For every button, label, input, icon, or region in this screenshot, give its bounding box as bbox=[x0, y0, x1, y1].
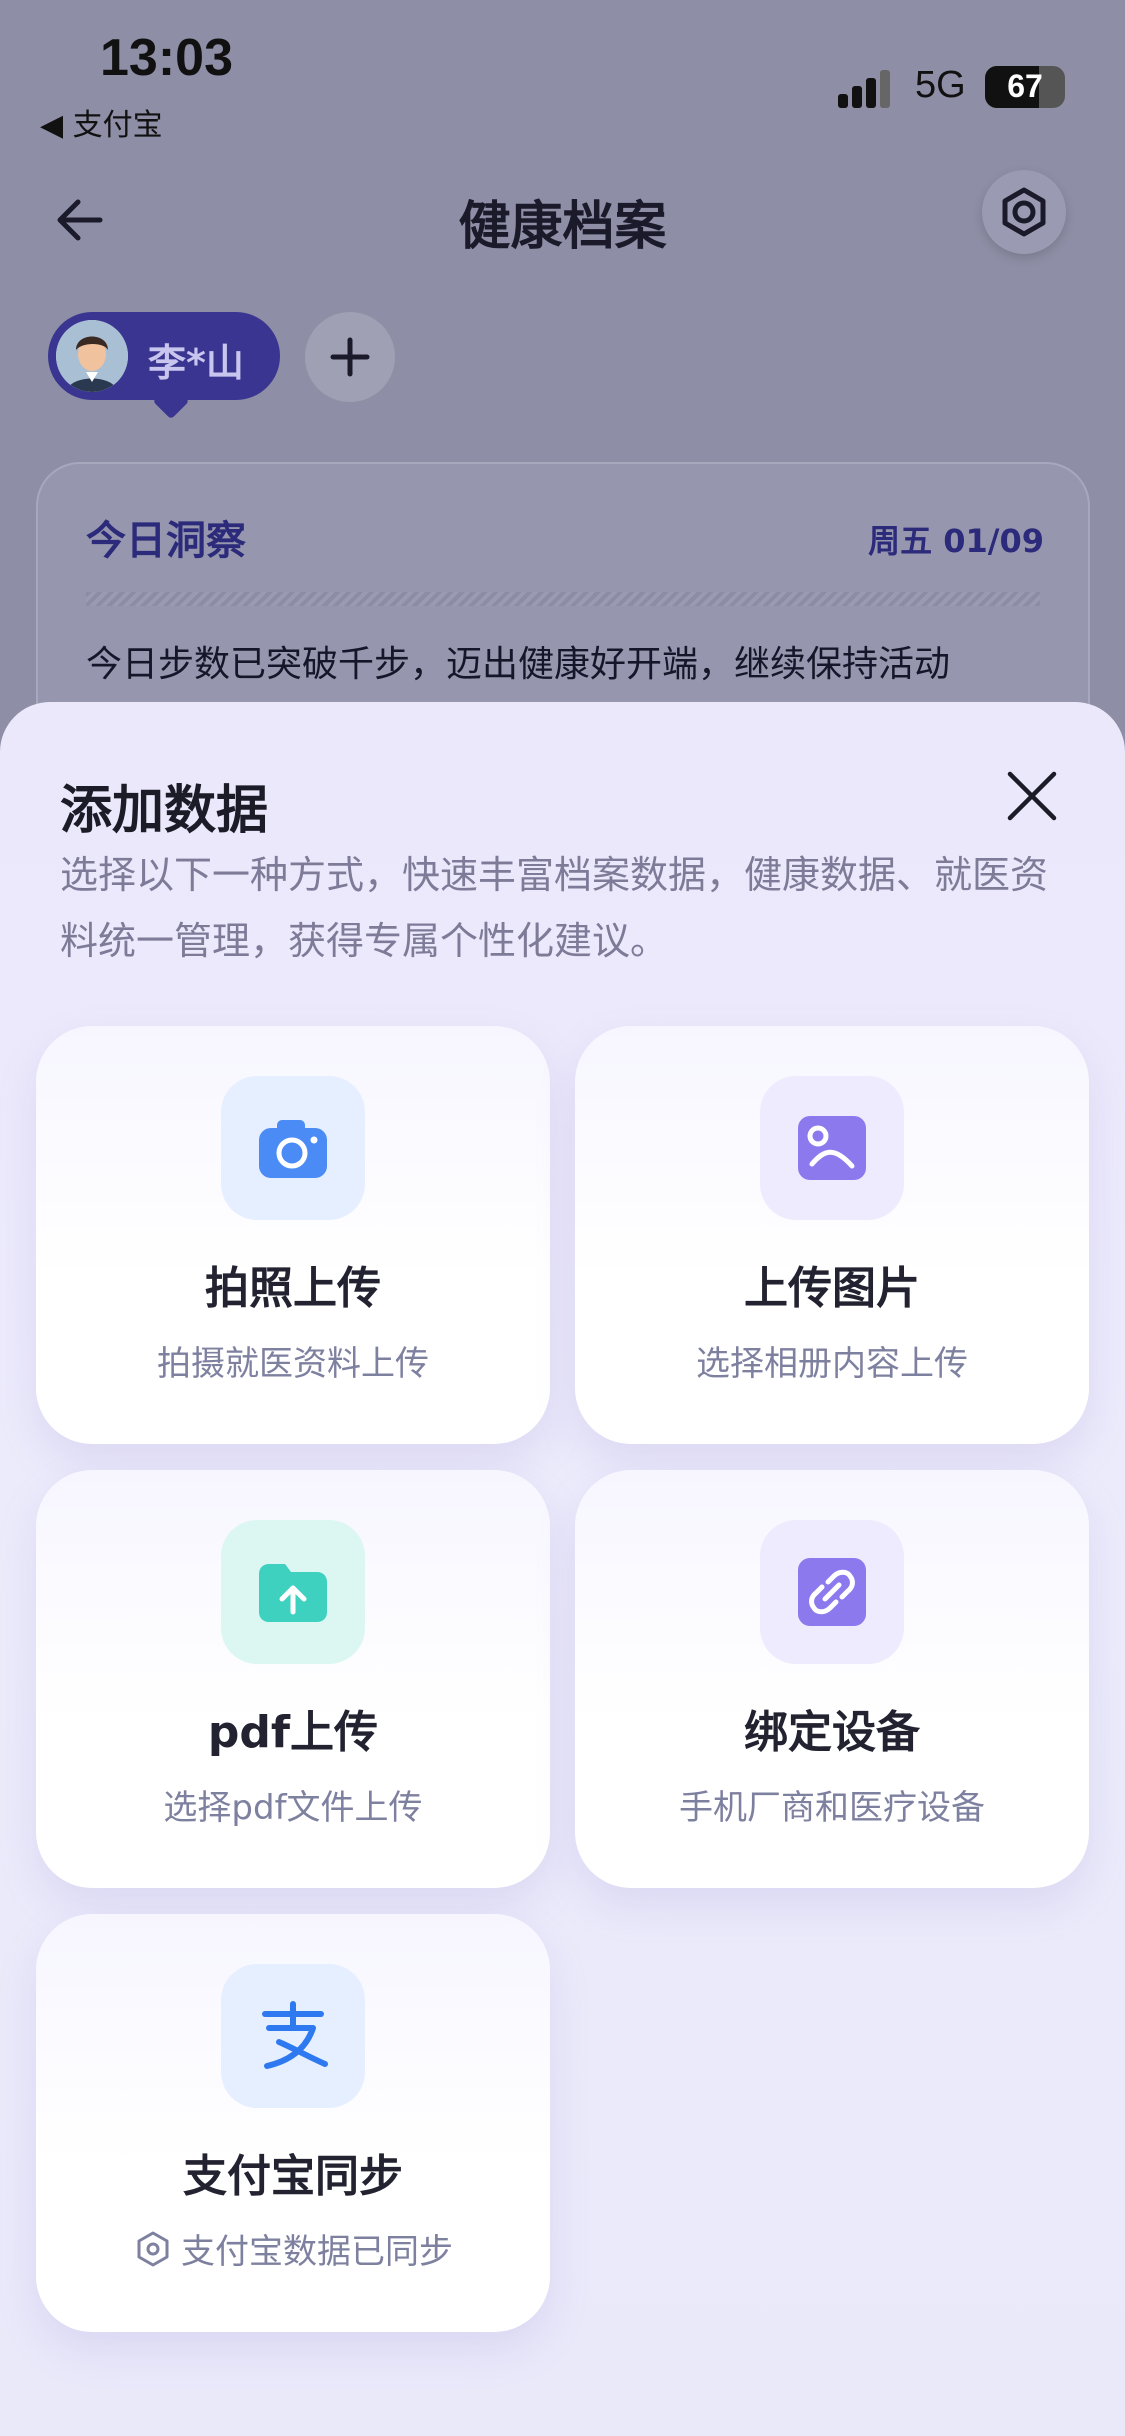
close-icon bbox=[1007, 771, 1057, 821]
battery-icon: 67 bbox=[985, 66, 1065, 108]
image-icon bbox=[798, 1116, 866, 1180]
link-icon bbox=[798, 1558, 866, 1626]
insight-date: 周五 01/09 bbox=[868, 522, 1044, 560]
nav-bar: 健康档案 bbox=[0, 160, 1125, 270]
option-photo-upload[interactable]: 拍照上传 拍摄就医资料上传 bbox=[36, 1026, 550, 1444]
option-alipay-sync[interactable]: 支付宝同步 支付宝数据已同步 bbox=[36, 1914, 550, 2332]
option-title: 拍照上传 bbox=[205, 1263, 381, 1314]
status-bar: 13:03 ◀ 支付宝 5G 67 bbox=[0, 0, 1125, 143]
close-button[interactable] bbox=[1000, 764, 1064, 828]
network-type: 5G bbox=[915, 64, 966, 106]
option-bind-device[interactable]: 绑定设备 手机厂商和医疗设备 bbox=[575, 1470, 1089, 1888]
folder-upload-icon bbox=[259, 1564, 327, 1622]
option-subtitle: 拍摄就医资料上传 bbox=[157, 1344, 429, 1384]
signal-icon bbox=[838, 70, 898, 108]
option-title: pdf上传 bbox=[207, 1707, 379, 1758]
option-subtitle: 支付宝数据已同步 bbox=[181, 2232, 453, 2272]
back-to-app-link[interactable]: ◀ 支付宝 bbox=[40, 100, 163, 144]
profile-name: 李*山 bbox=[148, 341, 244, 385]
option-image-upload[interactable]: 上传图片 选择相册内容上传 bbox=[575, 1026, 1089, 1444]
gear-icon bbox=[1002, 187, 1046, 237]
sync-status: 支付宝数据已同步 bbox=[36, 2224, 550, 2273]
avatar bbox=[56, 320, 128, 392]
option-subtitle: 选择pdf文件上传 bbox=[163, 1788, 423, 1828]
camera-icon bbox=[259, 1120, 327, 1178]
profile-chip[interactable]: 李*山 bbox=[48, 312, 280, 420]
avatar-icon bbox=[56, 320, 128, 392]
insight-text: 今日步数已突破千步，迈出健康好开端，继续保持活动 bbox=[86, 644, 951, 685]
plus-icon bbox=[330, 337, 370, 377]
insight-title: 今日洞察 bbox=[86, 518, 246, 564]
sync-status-icon bbox=[137, 2231, 169, 2266]
divider bbox=[86, 592, 1040, 606]
option-subtitle: 选择相册内容上传 bbox=[696, 1344, 968, 1384]
battery-level: 67 bbox=[1007, 68, 1043, 104]
sheet-description: 选择以下一种方式，快速丰富档案数据，健康数据、就医资料统一管理，获得专属个性化建… bbox=[60, 853, 1049, 963]
option-title: 绑定设备 bbox=[744, 1707, 920, 1758]
option-title: 上传图片 bbox=[744, 1263, 920, 1314]
sheet-title: 添加数据 bbox=[60, 781, 269, 841]
option-pdf-upload[interactable]: pdf上传 选择pdf文件上传 bbox=[36, 1470, 550, 1888]
add-profile-button[interactable] bbox=[305, 312, 395, 402]
option-title: 支付宝同步 bbox=[183, 2151, 403, 2202]
option-subtitle: 手机厂商和医疗设备 bbox=[679, 1788, 985, 1828]
status-time: 13:03 bbox=[100, 29, 233, 87]
alipay-icon bbox=[262, 2001, 328, 2069]
page-title: 健康档案 bbox=[458, 197, 667, 257]
add-data-sheet: 添加数据 选择以下一种方式，快速丰富档案数据，健康数据、就医资料统一管理，获得专… bbox=[0, 702, 1125, 2436]
settings-button[interactable] bbox=[982, 170, 1066, 254]
